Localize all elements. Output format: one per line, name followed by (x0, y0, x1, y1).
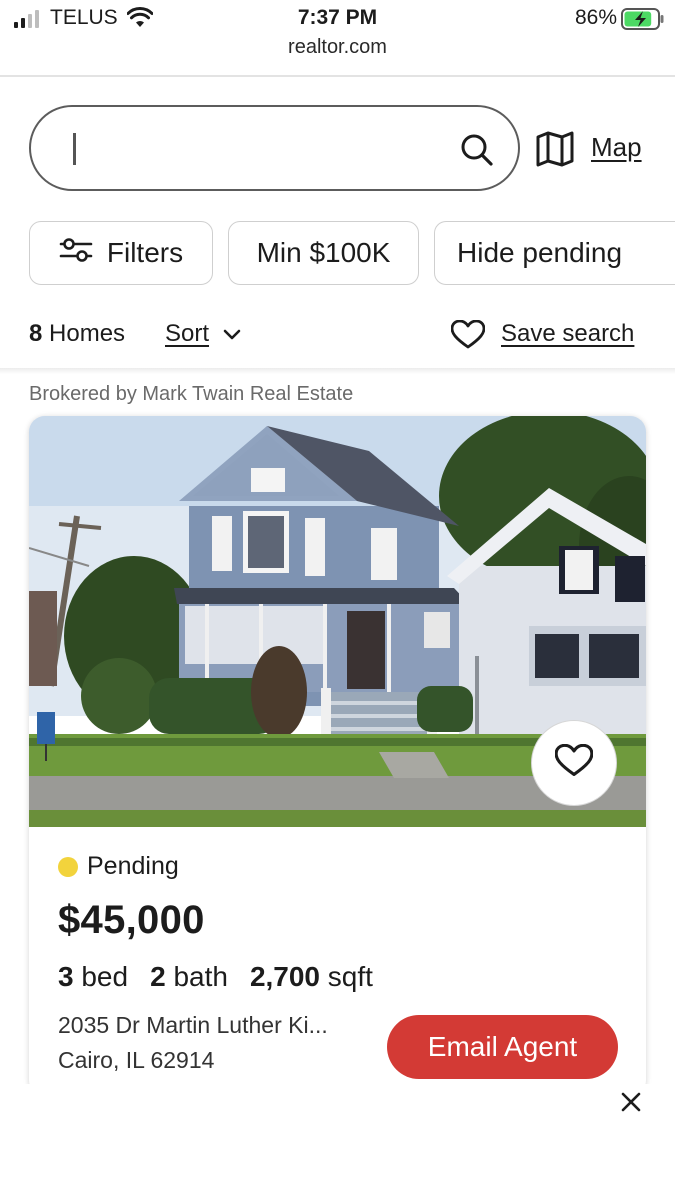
sqft-spec: 2,700 sqft (250, 961, 373, 993)
heart-icon (554, 743, 594, 783)
search-box[interactable] (29, 105, 520, 191)
chevron-down-icon (223, 320, 241, 348)
sort-button[interactable]: Sort (165, 320, 241, 348)
heart-icon[interactable] (450, 319, 486, 355)
hide-pending-chip[interactable]: Hide pending (434, 221, 675, 285)
baths-label: bath (173, 961, 228, 992)
close-icon[interactable] (620, 1091, 642, 1118)
save-search-link[interactable]: Save search (501, 320, 634, 348)
sqft-value: 2,700 (249, 961, 321, 992)
address-line1: 2035 Dr Martin Luther Ki... (58, 1012, 328, 1038)
homes-count-number: 8 (29, 320, 43, 347)
listing-price: $45,000 (58, 898, 205, 942)
status-bar: TELUS 7:37 PM 86% (0, 0, 675, 38)
map-link[interactable]: Map (591, 132, 642, 163)
address-line2: Cairo, IL 62914 (58, 1047, 215, 1073)
beds-value: 3 (58, 961, 74, 992)
listing-status: Pending (58, 852, 179, 881)
filters-button[interactable]: Filters (29, 221, 213, 285)
carrier-name: TELUS (50, 6, 118, 29)
homes-count-label: Homes (49, 320, 126, 347)
broker-credit: Brokered by Mark Twain Real Estate (29, 383, 354, 405)
filters-label: Filters (106, 237, 184, 268)
baths-value: 2 (150, 961, 166, 992)
battery-percent: 86% (574, 6, 617, 29)
url-bar-divider (0, 75, 675, 77)
bottom-banner (0, 1084, 675, 1200)
map-icon[interactable] (536, 131, 574, 172)
status-label: Pending (87, 852, 179, 880)
wifi-icon (126, 7, 154, 34)
signal-icon (14, 10, 39, 28)
sort-label: Sort (165, 320, 210, 347)
sqft-label: sqft (327, 961, 373, 992)
status-dot (58, 856, 78, 877)
header-shadow (0, 368, 675, 374)
text-cursor (73, 133, 76, 165)
listing-specs: 3 bed 2 bath 2,700 sqft (58, 961, 373, 993)
min-price-label: Min $100K (256, 237, 391, 268)
sliders-icon (59, 237, 93, 270)
baths-spec: 2 bath (150, 961, 228, 993)
email-agent-button[interactable]: Email Agent (387, 1015, 618, 1079)
favorite-button[interactable] (531, 720, 617, 806)
min-price-chip[interactable]: Min $100K (228, 221, 419, 285)
homes-count: 8 Homes (29, 320, 125, 348)
search-icon[interactable] (460, 133, 494, 172)
listing-card[interactable]: Pending $45,000 3 bed 2 bath 2,700 sqft … (29, 416, 646, 1096)
beds-spec: 3 bed (58, 961, 128, 993)
beds-label: bed (81, 961, 129, 992)
hide-pending-label: Hide pending (457, 237, 623, 268)
battery-charging-icon (621, 8, 665, 35)
search-input[interactable] (71, 131, 451, 167)
browser-url[interactable]: realtor.com (0, 36, 675, 59)
